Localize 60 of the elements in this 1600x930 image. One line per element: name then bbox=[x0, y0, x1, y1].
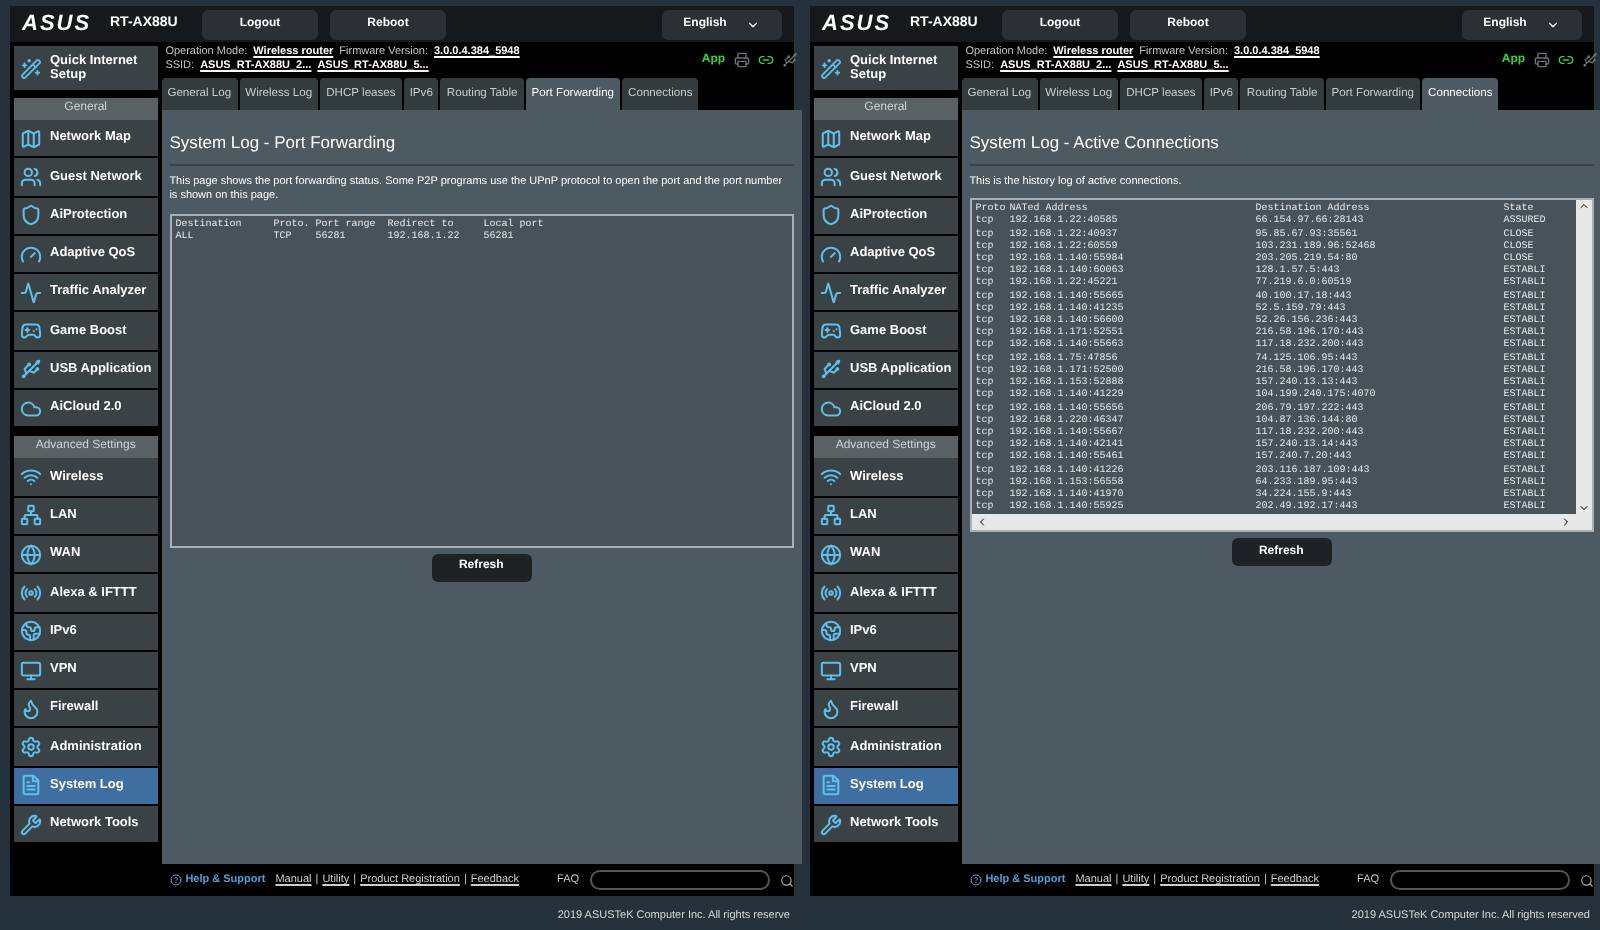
brand-logo: ASUS bbox=[822, 9, 894, 40]
help-icon bbox=[969, 874, 982, 886]
help-icon bbox=[169, 874, 182, 886]
gamepad-icon bbox=[820, 320, 842, 343]
usb-icon[interactable] bbox=[1581, 52, 1598, 68]
search-icon[interactable] bbox=[779, 873, 794, 887]
globe-icon bbox=[20, 543, 42, 566]
users-icon bbox=[820, 165, 842, 188]
caret-icon bbox=[746, 17, 761, 31]
vertical-scrollbar[interactable] bbox=[1575, 200, 1592, 515]
gamepad-icon bbox=[20, 320, 42, 343]
globe-icon bbox=[820, 543, 842, 566]
cloud-icon bbox=[820, 397, 842, 420]
faq-search-field[interactable] bbox=[1389, 870, 1570, 890]
users-icon bbox=[20, 165, 42, 188]
brand-logo: ASUS bbox=[22, 9, 94, 40]
wrench-icon bbox=[20, 813, 42, 836]
usb-icon[interactable] bbox=[781, 52, 798, 68]
scroll-up-icon[interactable] bbox=[1577, 200, 1590, 213]
gauge-icon bbox=[820, 243, 842, 266]
shield-icon bbox=[820, 204, 842, 227]
document-icon bbox=[20, 774, 42, 797]
page-title: System Log - Active Connections bbox=[969, 130, 1221, 156]
page-title: System Log - Port Forwarding bbox=[169, 130, 398, 156]
monitor-icon bbox=[820, 659, 842, 681]
network-icon bbox=[20, 504, 42, 527]
gear-icon bbox=[20, 736, 42, 759]
globe-icon bbox=[20, 620, 42, 643]
globe-icon bbox=[820, 620, 842, 643]
printer-icon[interactable] bbox=[733, 52, 750, 68]
caret-icon bbox=[1546, 17, 1561, 31]
search-icon[interactable] bbox=[1579, 873, 1594, 887]
cloud-icon bbox=[20, 397, 42, 420]
faq-search-field[interactable] bbox=[589, 870, 770, 890]
shield-icon bbox=[20, 204, 42, 227]
antenna-icon bbox=[20, 581, 42, 604]
pulse-icon bbox=[20, 281, 42, 304]
flame-icon bbox=[820, 697, 842, 720]
gauge-icon bbox=[20, 243, 42, 266]
scroll-right-icon[interactable] bbox=[1559, 516, 1572, 529]
printer-icon[interactable] bbox=[1533, 52, 1550, 68]
link-icon[interactable] bbox=[1557, 52, 1574, 68]
usb-icon bbox=[820, 358, 842, 381]
monitor-icon bbox=[20, 659, 42, 681]
document-icon bbox=[820, 774, 842, 797]
scroll-left-icon[interactable] bbox=[975, 516, 988, 529]
map-icon bbox=[820, 127, 842, 150]
wrench-icon bbox=[820, 813, 842, 836]
scroll-down-icon[interactable] bbox=[1577, 502, 1590, 515]
map-icon bbox=[20, 127, 42, 150]
link-icon[interactable] bbox=[757, 52, 774, 68]
network-icon bbox=[820, 504, 842, 527]
pulse-icon bbox=[820, 281, 842, 304]
wand-icon bbox=[820, 57, 842, 79]
gear-icon bbox=[820, 736, 842, 759]
usb-icon bbox=[20, 358, 42, 381]
horizontal-scrollbar[interactable] bbox=[971, 514, 1592, 531]
flame-icon bbox=[20, 697, 42, 720]
antenna-icon bbox=[820, 581, 842, 604]
wand-icon bbox=[20, 57, 42, 79]
